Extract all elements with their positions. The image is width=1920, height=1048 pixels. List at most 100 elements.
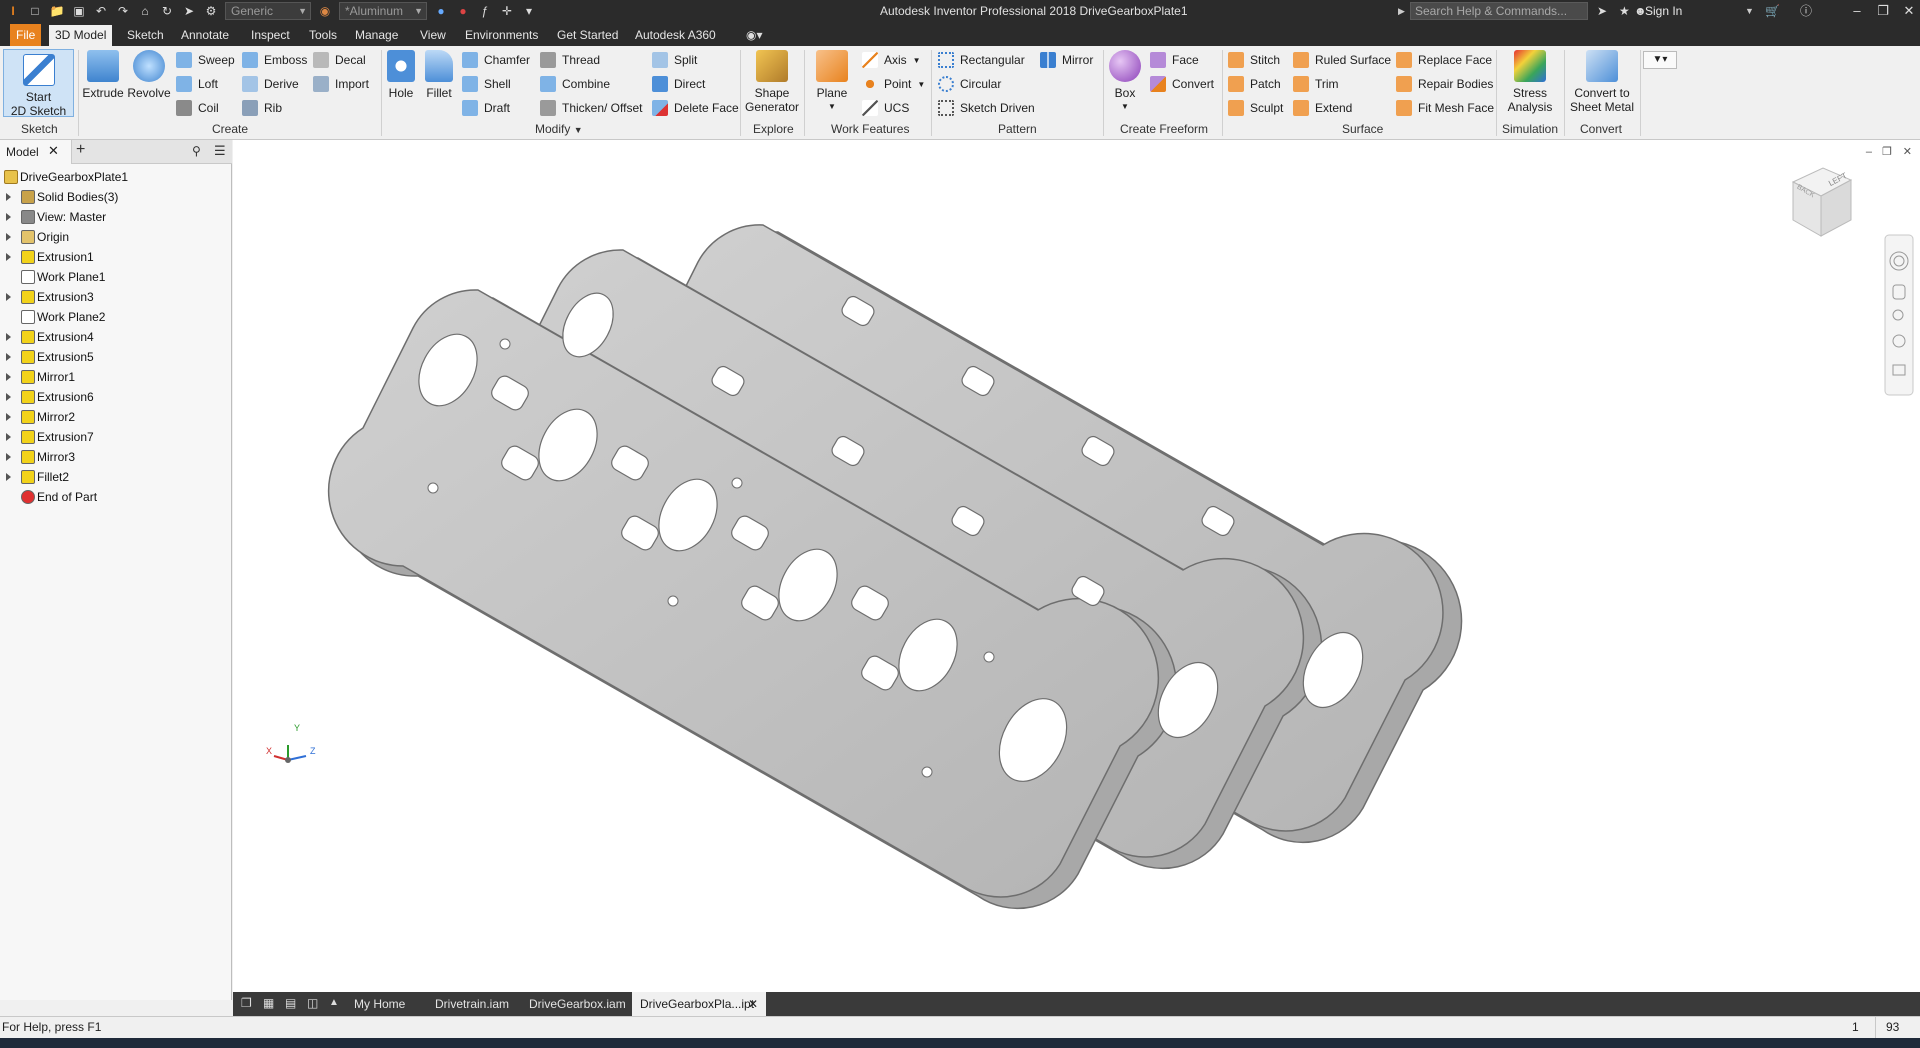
adjust-appearance-icon[interactable]: ● — [433, 4, 449, 18]
search-icon[interactable]: ⚲ — [192, 144, 201, 158]
box-button[interactable]: Box ▼ — [1107, 50, 1143, 114]
tab-autodesk-a360[interactable]: Autodesk A360 — [629, 25, 722, 46]
draft-button[interactable]: Draft — [462, 100, 510, 116]
expand-arrow-icon[interactable] — [6, 393, 11, 401]
help-icon[interactable]: ⓘ — [1800, 0, 1812, 22]
inventor-logo-icon[interactable]: I — [5, 4, 21, 18]
cascade-icon[interactable]: ❐ — [241, 996, 252, 1010]
fit-mesh-face-button[interactable]: Fit Mesh Face — [1396, 100, 1494, 116]
doctab-drivegearbox[interactable]: DriveGearbox.iam — [521, 992, 634, 1016]
panel-label-modify[interactable]: Modify ▼ — [535, 122, 583, 136]
coil-button[interactable]: Coil — [176, 100, 219, 116]
tab-sketch[interactable]: Sketch — [121, 25, 170, 46]
rectangular-pattern-button[interactable]: Rectangular — [938, 52, 1025, 68]
circular-pattern-button[interactable]: Circular — [938, 76, 1001, 92]
tab-tools[interactable]: Tools — [303, 25, 343, 46]
thread-button[interactable]: Thread — [540, 52, 600, 68]
stress-analysis-button[interactable]: Stress Analysis — [1500, 50, 1560, 114]
decal-button[interactable]: Decal — [313, 52, 366, 68]
save-icon[interactable]: ▣ — [71, 4, 87, 18]
loft-button[interactable]: Loft — [176, 76, 218, 92]
derive-button[interactable]: Derive — [242, 76, 299, 92]
freeform-convert-button[interactable]: Convert — [1150, 76, 1214, 92]
sweep-button[interactable]: Sweep — [176, 52, 235, 68]
repair-bodies-button[interactable]: Repair Bodies — [1396, 76, 1493, 92]
trim-button[interactable]: Trim — [1293, 76, 1339, 92]
combine-button[interactable]: Combine — [540, 76, 610, 92]
sculpt-button[interactable]: Sculpt — [1228, 100, 1283, 116]
ruled-surface-button[interactable]: Ruled Surface — [1293, 52, 1391, 68]
tile-icon[interactable]: ▦ — [263, 996, 274, 1010]
tab-3d-model[interactable]: 3D Model — [49, 25, 113, 46]
import-button[interactable]: Import — [313, 76, 369, 92]
customize-icon[interactable]: ▾ — [521, 4, 537, 18]
update-icon[interactable]: ↻ — [159, 4, 175, 18]
undo-icon[interactable]: ↶ — [93, 4, 109, 18]
navigation-bar[interactable] — [1884, 234, 1914, 396]
expand-arrow-icon[interactable] — [6, 353, 11, 361]
cart-icon[interactable]: 🛒 — [1765, 0, 1780, 22]
tab-inspect[interactable]: Inspect — [245, 25, 296, 46]
expand-arrow-icon[interactable] — [6, 413, 11, 421]
doctab-my-home[interactable]: My Home — [346, 992, 413, 1016]
shape-generator-button[interactable]: Shape Generator — [744, 50, 800, 114]
sign-in-link[interactable]: Sign In — [1645, 0, 1682, 22]
replace-face-button[interactable]: Replace Face — [1396, 52, 1492, 68]
rib-button[interactable]: Rib — [242, 100, 282, 116]
expand-arrow-icon[interactable] — [6, 433, 11, 441]
tab-environments[interactable]: Environments — [459, 25, 544, 46]
convert-to-sheet-metal-button[interactable]: Convert to Sheet Metal — [1567, 50, 1637, 114]
appearance-combo[interactable]: Generic ▼ — [225, 2, 311, 20]
redo-icon[interactable]: ↷ — [115, 4, 131, 18]
doctab-drivetrain[interactable]: Drivetrain.iam — [427, 992, 517, 1016]
tab-model[interactable]: Model ✕ — [0, 140, 72, 164]
expand-arrow-icon[interactable] — [6, 233, 11, 241]
mirror-button[interactable]: Mirror — [1040, 52, 1093, 68]
minimize-icon[interactable]: – — [1846, 0, 1868, 22]
restore-icon[interactable]: ❐ — [1872, 0, 1894, 22]
tab-file[interactable]: File — [10, 24, 42, 46]
expand-arrow-icon[interactable] — [6, 333, 11, 341]
expand-arrow-icon[interactable] — [6, 193, 11, 201]
hole-button[interactable]: Hole — [385, 50, 417, 100]
select-icon[interactable]: ➤ — [181, 4, 197, 18]
ribbon-options-dropdown[interactable]: ▼▾ — [1643, 51, 1677, 69]
axis-button[interactable]: Axis ▼ — [862, 52, 921, 68]
menu-icon[interactable]: ☰ — [214, 143, 226, 159]
extrude-button[interactable]: Extrude — [82, 50, 124, 100]
add-tab-icon[interactable]: + — [76, 141, 85, 159]
tile-horizontal-icon[interactable]: ▤ — [285, 996, 296, 1010]
settings-icon[interactable]: ⚙ — [203, 4, 219, 18]
close-icon[interactable]: ✕ — [1898, 0, 1920, 22]
ucs-button[interactable]: UCS — [862, 100, 909, 116]
clear-appearance-icon[interactable]: ● — [455, 4, 471, 18]
new-file-icon[interactable]: □ — [27, 4, 43, 18]
revolve-button[interactable]: Revolve — [126, 50, 172, 100]
chevron-down-icon[interactable]: ▼ — [1745, 0, 1754, 22]
search-expand-icon[interactable]: ▶ — [1398, 0, 1405, 22]
split-button[interactable]: Split — [652, 52, 697, 68]
direct-button[interactable]: Direct — [652, 76, 705, 92]
fillet-button[interactable]: Fillet — [421, 50, 457, 100]
search-go-icon[interactable]: ➤ — [1597, 0, 1607, 22]
stitch-button[interactable]: Stitch — [1228, 52, 1280, 68]
patch-button[interactable]: Patch — [1228, 76, 1281, 92]
shell-button[interactable]: Shell — [462, 76, 511, 92]
expand-arrow-icon[interactable] — [6, 453, 11, 461]
material-combo[interactable]: *Aluminum ▼ — [339, 2, 427, 20]
tab-annotate[interactable]: Annotate — [175, 25, 235, 46]
sketch-driven-pattern-button[interactable]: Sketch Driven — [938, 100, 1035, 116]
tab-list-icon[interactable]: ▲ — [329, 997, 339, 1008]
color-wheel-icon[interactable]: ◉ — [317, 4, 333, 18]
expand-arrow-icon[interactable] — [6, 373, 11, 381]
tab-view[interactable]: View — [414, 25, 452, 46]
open-file-icon[interactable]: 📁 — [49, 4, 65, 18]
chamfer-button[interactable]: Chamfer — [462, 52, 530, 68]
tile-vertical-icon[interactable]: ◫ — [307, 996, 318, 1010]
close-icon[interactable]: ✕ — [48, 143, 59, 159]
expand-arrow-icon[interactable] — [6, 213, 11, 221]
start-2d-sketch-button[interactable]: Start 2D Sketch — [3, 49, 74, 118]
home-icon[interactable]: ⌂ — [137, 4, 153, 18]
emboss-button[interactable]: Emboss — [242, 52, 307, 68]
tab-overflow-icon[interactable]: ◉▾ — [740, 25, 769, 46]
